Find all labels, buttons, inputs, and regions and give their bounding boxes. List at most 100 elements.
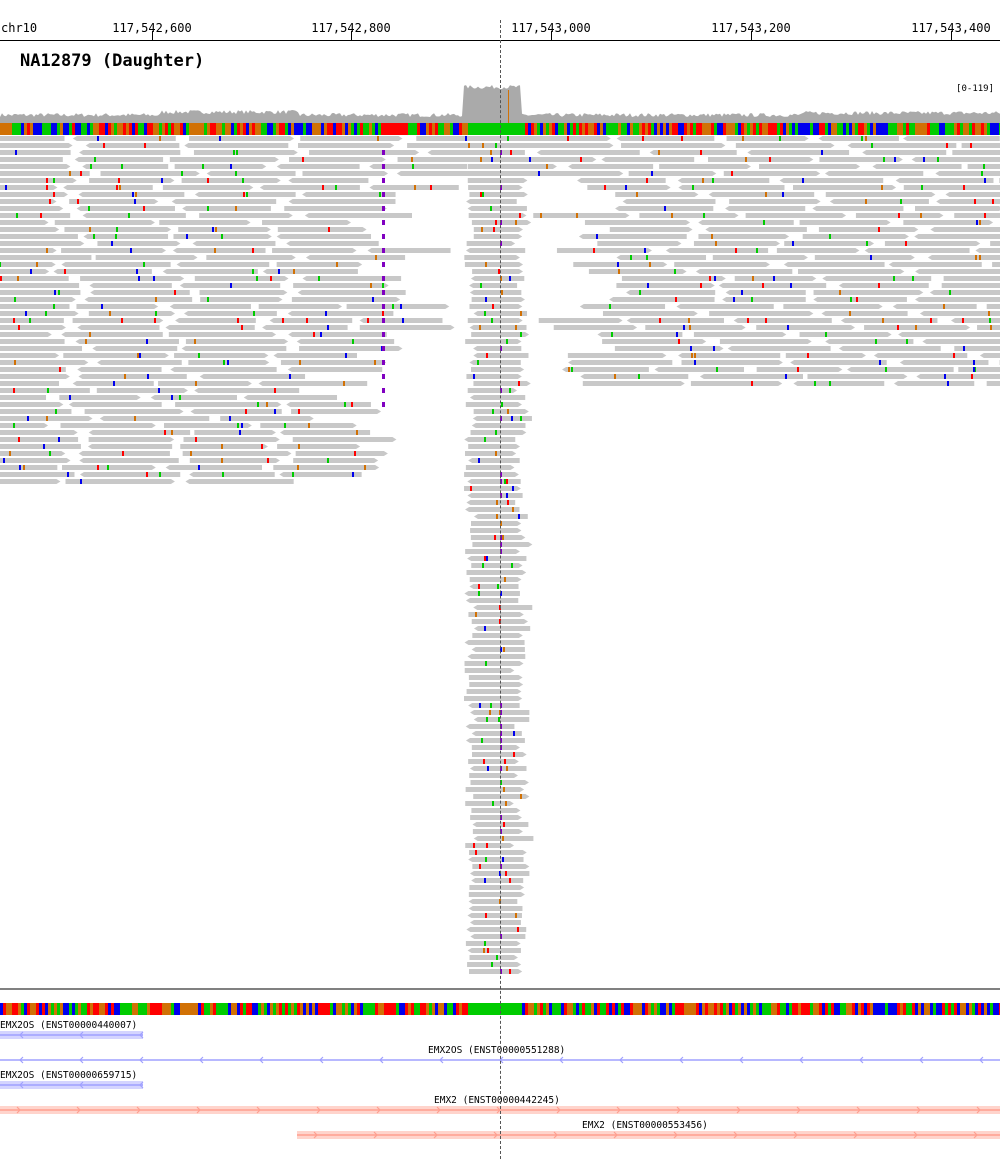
mismatch-base [618, 269, 620, 274]
mismatch-base [883, 157, 885, 162]
read [0, 304, 70, 309]
reference-base [111, 1003, 114, 1015]
read [536, 150, 640, 155]
reference-base [534, 1003, 537, 1015]
insertion-marker [500, 185, 502, 190]
ruler-tick [551, 31, 552, 40]
mismatch-base [912, 276, 914, 281]
mismatch-base [694, 353, 696, 358]
reference-base [429, 123, 432, 135]
mismatch-base [89, 332, 91, 337]
insertion-marker [382, 220, 385, 225]
mismatch-base [58, 437, 60, 442]
reference-base [156, 1003, 159, 1015]
read [288, 199, 396, 204]
mismatch-base [646, 255, 648, 260]
read-alignments[interactable] [0, 136, 1000, 986]
reference-base [105, 1003, 108, 1015]
reference-base [54, 123, 57, 135]
reference-base [264, 1003, 267, 1015]
genome-ruler[interactable]: chr10 117,542,600 117,542,800 117,543,00… [0, 0, 1000, 41]
read [726, 136, 809, 141]
ruler-tick [751, 31, 752, 40]
reference-base [894, 123, 897, 135]
read [470, 430, 527, 435]
reference-base [267, 123, 270, 135]
reference-base [168, 123, 171, 135]
insertion-marker [382, 304, 385, 309]
read [84, 297, 193, 302]
reference-base [921, 123, 924, 135]
mismatch-base [486, 717, 488, 722]
read [465, 402, 522, 407]
reference-base [108, 1003, 111, 1015]
read [296, 339, 395, 344]
transcript-models[interactable] [0, 1025, 1000, 1155]
reference-base [246, 1003, 249, 1015]
reference-base [918, 1003, 921, 1015]
read [0, 367, 66, 372]
read [467, 318, 523, 323]
mismatch-base [14, 360, 16, 365]
reference-base [294, 1003, 297, 1015]
read [465, 738, 525, 743]
mismatch-base [971, 374, 973, 379]
mismatch-base [58, 290, 60, 295]
reference-base [186, 1003, 189, 1015]
mismatch-base [675, 297, 677, 302]
reference-base [552, 123, 555, 135]
reference-base [516, 1003, 519, 1015]
mismatch-base [485, 913, 487, 918]
reference-base [135, 123, 138, 135]
read [958, 367, 1000, 372]
reference-base [987, 123, 990, 135]
mismatch-base [292, 472, 294, 477]
mismatch-base [865, 199, 867, 204]
reference-base [204, 1003, 207, 1015]
mismatch-base [487, 766, 489, 771]
reference-base [153, 1003, 156, 1015]
reference-base [396, 123, 399, 135]
reference-base [810, 1003, 813, 1015]
read [258, 304, 343, 309]
reference-base [117, 123, 120, 135]
mismatch-base [13, 318, 15, 323]
reference-base [21, 1003, 24, 1015]
mismatch-base [122, 451, 124, 456]
mismatch-base [495, 220, 497, 225]
read [729, 199, 821, 204]
reference-base [51, 123, 54, 135]
reference-base [24, 123, 27, 135]
reference-base [972, 1003, 975, 1015]
mismatch-base [229, 416, 231, 421]
read [468, 703, 520, 708]
reference-base [69, 123, 72, 135]
reference-base [660, 123, 663, 135]
reference-base [153, 123, 156, 135]
read [472, 633, 523, 638]
mismatch-base [171, 395, 173, 400]
insertion-marker [382, 164, 385, 169]
reference-base [360, 1003, 363, 1015]
read [169, 304, 251, 309]
read [68, 402, 162, 407]
mismatch-base [45, 311, 47, 316]
read [888, 262, 982, 267]
coverage-track[interactable] [0, 78, 1000, 123]
read [0, 479, 61, 484]
read [220, 416, 314, 421]
read [472, 822, 529, 827]
reference-base [96, 123, 99, 135]
mismatch-base [318, 276, 320, 281]
reference-base [423, 123, 426, 135]
read [822, 276, 932, 281]
read [468, 892, 525, 897]
reference-base [192, 123, 195, 135]
reference-base [144, 1003, 147, 1015]
mismatch-base [430, 185, 432, 190]
reference-base [870, 1003, 873, 1015]
mismatch-base [221, 444, 223, 449]
mismatch-base [118, 178, 120, 183]
reference-base [948, 1003, 951, 1015]
mismatch-base [484, 437, 486, 442]
